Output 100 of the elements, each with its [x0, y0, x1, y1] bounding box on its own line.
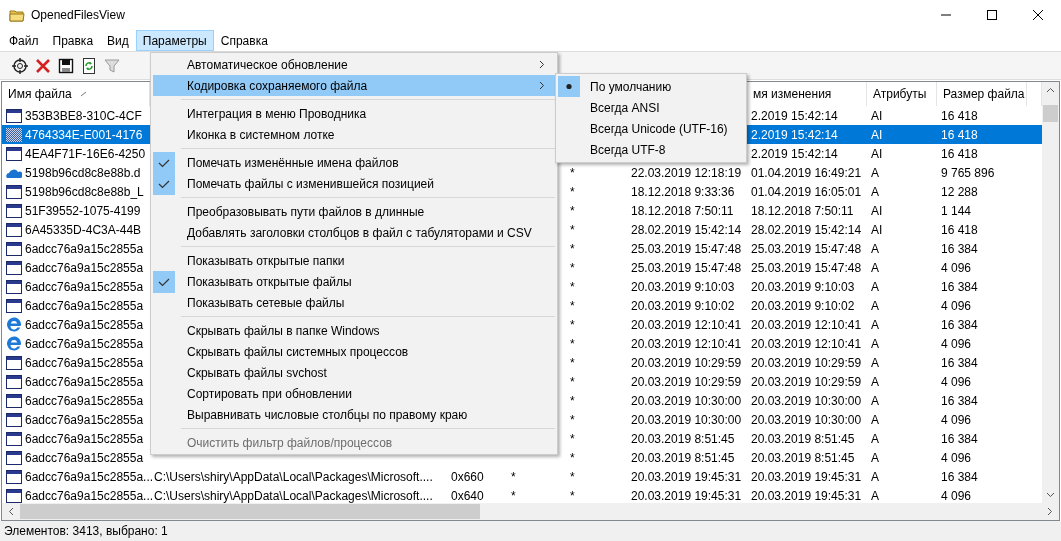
window-icon — [6, 430, 22, 447]
menu-item[interactable]: Сортировать при обновлении — [153, 383, 555, 404]
menu-item[interactable]: Всегда UTF-8 — [558, 139, 744, 160]
table-cell: 20.03.2019 8:51:45 — [751, 450, 855, 465]
scrollbar-thumb[interactable] — [1043, 105, 1058, 122]
table-cell[interactable]: 6adcc76a9a15c2855a — [25, 260, 144, 275]
scrollbar-thumb[interactable] — [20, 504, 480, 519]
window-icon — [6, 183, 22, 200]
window-icon — [6, 221, 22, 238]
table-cell[interactable]: 51F39552-1075-4199 — [25, 203, 141, 218]
table-cell: 16 418 — [941, 108, 978, 123]
menu-bar-item[interactable]: Вид — [100, 30, 136, 51]
vertical-scrollbar[interactable] — [1042, 82, 1059, 503]
target-icon[interactable] — [12, 57, 28, 74]
menu-item[interactable]: Иконка в системном лотке — [153, 124, 555, 145]
table-cell: 20.03.2019 12:10:41 — [751, 336, 862, 351]
table-cell[interactable]: 4764334E-E001-4176 — [25, 127, 143, 142]
table-cell[interactable]: 6adcc76a9a15c2855a — [25, 431, 144, 446]
table-cell[interactable]: 6adcc76a9a15c2855a — [25, 412, 144, 427]
table-cell: A — [871, 355, 879, 370]
menu-item[interactable]: Всегда ANSI — [558, 97, 744, 118]
menu-bar-item[interactable]: Параметры — [135, 30, 214, 51]
table-cell[interactable]: 6A45335D-4C3A-44B — [25, 222, 142, 237]
menu-item[interactable]: Преобразовывать пути файлов в длинные — [153, 201, 555, 222]
table-cell: 4 096 — [941, 336, 972, 351]
menu-bar-item[interactable]: Файл — [2, 30, 46, 51]
table-cell: 12 288 — [941, 184, 978, 199]
table-cell[interactable]: 6adcc76a9a15c2855a — [25, 393, 144, 408]
table-cell[interactable]: 6adcc76a9a15c2855a — [25, 450, 144, 465]
menu-item[interactable]: Выравнивать числовые столбцы по правому краю — [153, 404, 555, 425]
scroll-down-icon[interactable] — [1046, 492, 1055, 498]
table-cell: * — [570, 488, 575, 503]
window-icon — [6, 468, 22, 485]
table-cell[interactable]: 6adcc76a9a15c2855a — [25, 317, 144, 332]
scroll-right-icon[interactable] — [1047, 507, 1053, 516]
window-icon — [6, 202, 22, 219]
table-cell: A — [871, 412, 879, 427]
column-header[interactable]: Размер файла — [937, 82, 1027, 106]
table-cell[interactable]: 353B3BE8-310C-4CF — [25, 108, 142, 123]
window-icon — [6, 487, 22, 503]
table-cell: 16 418 — [941, 222, 978, 237]
menu-item[interactable]: Показывать сетевые файлы — [153, 292, 555, 313]
window-title: OpenedFilesView — [31, 8, 125, 22]
table-cell[interactable]: 6adcc76a9a15c2855a — [25, 336, 144, 351]
table-cell: 20.03.2019 10:29:59 — [631, 355, 742, 370]
horizontal-scrollbar[interactable] — [2, 503, 1059, 520]
menu-item[interactable]: Всегда Unicode (UTF-16) — [558, 118, 744, 139]
menu-item[interactable]: Интеграция в меню Проводника — [153, 103, 555, 124]
table-cell: 2.2019 15:42:14 — [751, 127, 838, 142]
refresh-icon[interactable] — [81, 57, 97, 74]
table-cell[interactable]: 4EA4F71F-16E6-4250 — [25, 146, 146, 161]
table-cell: 4 096 — [941, 260, 972, 275]
menu-item[interactable]: Помечать изменённые имена файлов — [153, 152, 555, 173]
table-cell: 18.12.2018 7:50:11 — [751, 203, 854, 218]
folder-icon — [9, 7, 25, 23]
delete-icon[interactable] — [35, 57, 51, 74]
table-cell[interactable]: 6adcc76a9a15c2855a — [25, 241, 144, 256]
menu-bar-item[interactable]: Правка — [45, 30, 101, 51]
table-cell: 20.03.2019 19:45:31 — [751, 488, 862, 503]
table-cell: 4 096 — [941, 450, 972, 465]
table-cell: AI — [871, 203, 883, 218]
table-cell[interactable]: 6adcc76a9a15c2855a — [25, 279, 144, 294]
table-cell[interactable]: 6adcc76a9a15c2855a — [25, 374, 144, 389]
table-cell: 20.03.2019 10:29:59 — [631, 374, 742, 389]
menu-item[interactable]: По умолчанию — [558, 76, 744, 97]
table-cell: 20.03.2019 12:10:41 — [751, 317, 862, 332]
menu-item[interactable]: Показывать открытые файлы — [153, 271, 555, 292]
menu-bar-item[interactable]: Справка — [213, 30, 275, 51]
menu-item[interactable]: Скрывать файлы системных процессов — [153, 341, 555, 362]
table-cell: 2.2019 15:42:14 — [751, 108, 838, 123]
menu-item[interactable]: Кодировка сохраняемого файла — [153, 75, 555, 96]
table-cell: 25.03.2019 15:47:48 — [751, 260, 862, 275]
window-icon — [6, 107, 22, 124]
table-cell: 9 765 896 — [941, 165, 995, 180]
column-header[interactable]: Атрибуты — [867, 82, 937, 106]
table-cell: A — [871, 260, 879, 275]
table-cell[interactable]: 6adcc76a9a15c2855a... — [25, 469, 154, 484]
browser-icon — [6, 335, 22, 352]
table-cell[interactable]: 6adcc76a9a15c2855a... — [25, 488, 154, 503]
table-cell[interactable]: 6adcc76a9a15c2855a — [25, 298, 144, 313]
table-cell[interactable]: 6adcc76a9a15c2855a — [25, 355, 144, 370]
save-icon[interactable] — [58, 57, 74, 74]
table-cell: 25.03.2019 15:47:48 — [631, 260, 742, 275]
menu-item[interactable]: Скрывать файлы в папке Windows — [153, 320, 555, 341]
scroll-left-icon[interactable] — [8, 507, 14, 516]
table-cell: 16 384 — [941, 317, 978, 332]
table-cell: 01.04.2019 16:05:01 — [751, 184, 862, 199]
table-cell: 16 384 — [941, 469, 978, 484]
table-cell[interactable]: 5198b96cd8c8e88b.d — [25, 165, 141, 180]
table-cell: * — [570, 260, 575, 275]
menu-item[interactable]: Скрывать файлы svchost — [153, 362, 555, 383]
table-cell: * — [570, 431, 575, 446]
scroll-up-icon[interactable] — [1046, 87, 1055, 93]
menu-item[interactable]: Помечать файлы с изменившейся позицией — [153, 173, 555, 194]
window-icon — [6, 278, 22, 295]
menu-item[interactable]: Добавлять заголовки столбцов в файл с табуляторами и CSV — [153, 222, 555, 243]
menu-item[interactable]: Показывать открытые папки — [153, 250, 555, 271]
table-cell: A — [871, 393, 879, 408]
table-cell: 20.03.2019 12:10:41 — [631, 317, 742, 332]
table-cell[interactable]: 5198b96cd8c8e88b_L — [25, 184, 144, 199]
